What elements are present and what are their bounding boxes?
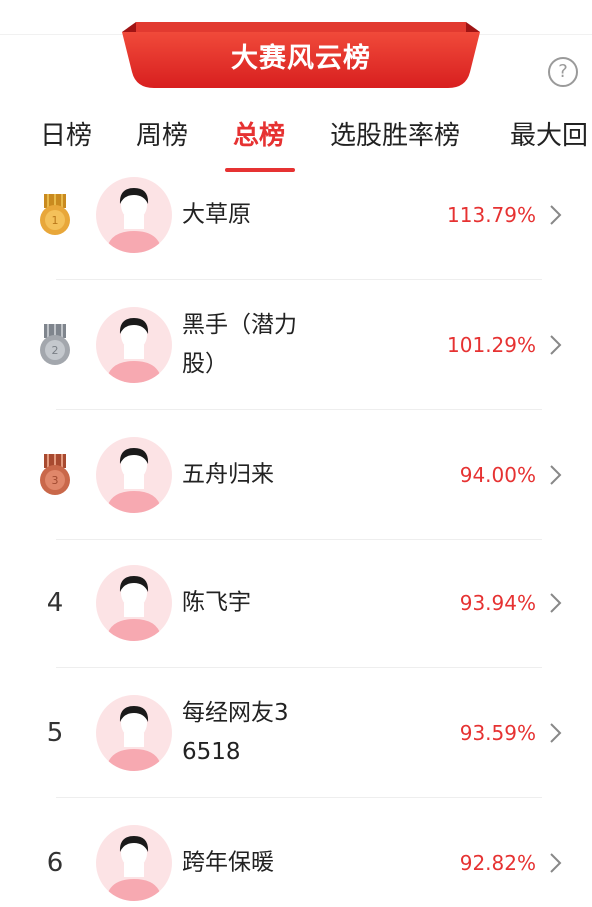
- user-name: 跨年保暖: [182, 849, 274, 876]
- return-percent: 93.59%: [459, 721, 536, 745]
- chevron-right-icon[interactable]: [548, 721, 564, 745]
- svg-text:3: 3: [52, 474, 59, 487]
- return-percent: 93.94%: [459, 591, 536, 615]
- user-name: 大草原: [182, 201, 251, 228]
- user-name: 陈飞宇: [182, 589, 251, 616]
- chevron-right-icon[interactable]: [548, 851, 564, 875]
- avatar: [96, 177, 172, 253]
- user-name: 每经网友36518: [182, 700, 289, 765]
- leaderboard-row[interactable]: 6 跨年保暖 92.82%: [0, 798, 592, 907]
- leaderboard-row[interactable]: 3 五舟归来 94.00%: [0, 410, 592, 540]
- return-percent: 101.29%: [447, 333, 536, 357]
- rank-number: 4: [46, 588, 64, 618]
- bronze-medal-icon: 3: [40, 454, 70, 495]
- return-percent: 92.82%: [459, 851, 536, 875]
- rank-number: 5: [46, 718, 64, 748]
- svg-text:1: 1: [52, 214, 59, 227]
- avatar: [96, 307, 172, 383]
- user-name: 五舟归来: [182, 461, 274, 488]
- chevron-right-icon[interactable]: [548, 203, 564, 227]
- chevron-right-icon[interactable]: [548, 333, 564, 357]
- avatar: [96, 695, 172, 771]
- return-percent: 94.00%: [459, 463, 536, 487]
- svg-text:2: 2: [52, 344, 59, 357]
- leaderboard-row[interactable]: 4 陈飞宇 93.94%: [0, 538, 592, 668]
- banner: 大赛风云榜: [122, 22, 480, 90]
- avatar: [96, 437, 172, 513]
- leaderboard-row[interactable]: 5 每经网友36518 93.59%: [0, 668, 592, 798]
- avatar: [96, 565, 172, 641]
- chevron-right-icon[interactable]: [548, 463, 564, 487]
- leaderboard-row[interactable]: 2 黑手（潜力股） 101.29%: [0, 280, 592, 410]
- question-mark-icon[interactable]: ?: [548, 57, 578, 87]
- rank-number: 6: [46, 848, 64, 878]
- user-name: 黑手（潜力股）: [182, 312, 297, 377]
- chevron-right-icon[interactable]: [548, 591, 564, 615]
- leaderboard-row[interactable]: 1 大草原 113.79%: [0, 150, 592, 280]
- gold-medal-icon: 1: [40, 194, 70, 235]
- silver-medal-icon: 2: [40, 324, 70, 365]
- banner-title: 大赛风云榜: [231, 43, 371, 74]
- avatar: [96, 825, 172, 901]
- return-percent: 113.79%: [447, 203, 536, 227]
